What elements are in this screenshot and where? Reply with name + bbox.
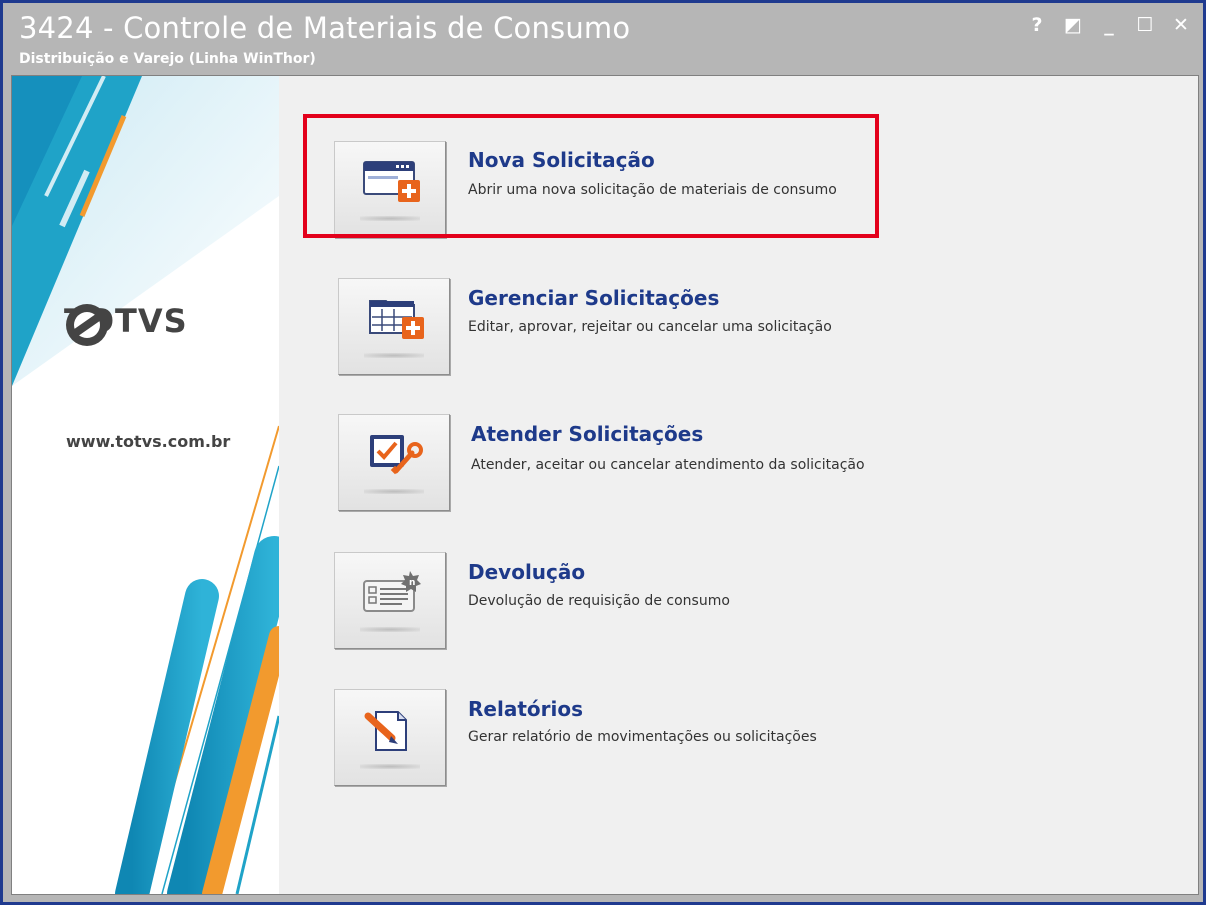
gerenciar-solicitacoes-desc: Editar, aprovar, rejeitar ou cancelar um… [468, 319, 832, 335]
report-pen-icon [364, 711, 407, 751]
totvs-logo: TOTVS [64, 302, 188, 346]
relatorios-label[interactable]: Relatórios [468, 697, 583, 721]
devolucao-button[interactable]: n [334, 552, 446, 649]
totvs-logo-icon [66, 304, 108, 346]
svg-text:n: n [409, 578, 415, 588]
help-button[interactable]: ? [1025, 13, 1049, 37]
atender-solicitacoes-desc: Atender, aceitar ou cancelar atendimento… [471, 457, 865, 473]
app-window: 3424 - Controle de Materiais de Consumo … [3, 3, 1203, 902]
atender-solicitacoes-button[interactable] [338, 414, 450, 511]
restore-button[interactable]: ◩ [1061, 13, 1085, 37]
minimize-button[interactable]: _ [1097, 13, 1121, 37]
close-button[interactable]: ✕ [1169, 13, 1193, 37]
atender-solicitacoes-label[interactable]: Atender Solicitações [471, 422, 703, 446]
grid-add-icon [369, 300, 424, 339]
relatorios-desc: Gerar relatório de movimentações ou soli… [468, 729, 817, 745]
gerenciar-solicitacoes-button[interactable] [338, 278, 450, 375]
button-shine [360, 764, 420, 769]
window-title: 3424 - Controle de Materiais de Consumo [19, 11, 631, 45]
gerenciar-solicitacoes-label[interactable]: Gerenciar Solicitações [468, 286, 719, 310]
side-banner: TOTVS www.totvs.com.br [12, 76, 279, 894]
checklist-tools-icon [370, 435, 423, 475]
nova-solicitacao-label[interactable]: Nova Solicitação [468, 148, 655, 172]
button-shine [360, 627, 420, 632]
relatorios-button[interactable] [334, 689, 446, 786]
nova-solicitacao-desc: Abrir uma nova solicitação de materiais … [468, 182, 837, 198]
maximize-button[interactable]: ☐ [1133, 13, 1157, 37]
form-badge-icon: n [363, 571, 421, 612]
devolucao-desc: Devolução de requisição de consumo [468, 593, 730, 609]
nova-solicitacao-button[interactable] [334, 141, 446, 238]
button-shine [360, 216, 420, 221]
main-content: TOTVS www.totvs.com.br Nova Solicitação … [11, 75, 1199, 895]
button-shine [364, 353, 424, 358]
button-shine [364, 489, 424, 494]
website-link: www.totvs.com.br [66, 432, 231, 451]
new-window-icon [363, 161, 420, 202]
title-bar[interactable]: 3424 - Controle de Materiais de Consumo … [3, 3, 1203, 73]
window-subtitle: Distribuição e Varejo (Linha WinThor) [19, 51, 316, 67]
banner-decoration [12, 76, 279, 894]
devolucao-label[interactable]: Devolução [468, 560, 585, 584]
window-controls: ? ◩ _ ☐ ✕ [1025, 13, 1193, 37]
